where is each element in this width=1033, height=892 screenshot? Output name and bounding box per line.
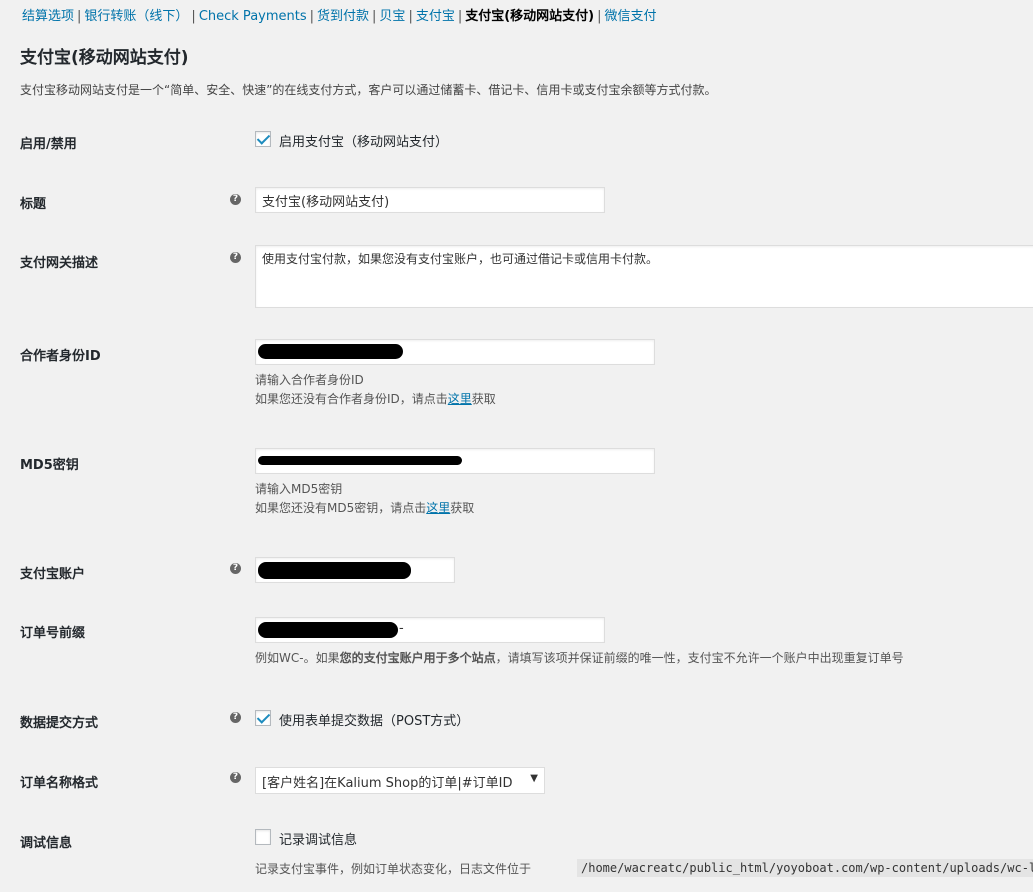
order-prefix-label: 订单号前缀 — [20, 626, 86, 641]
md5-key-hint-link-line: 如果您还没有MD5密钥，请点击这里获取 — [255, 499, 474, 518]
dropdown-arrow-icon: ▼ — [530, 773, 538, 784]
debug-label: 调试信息 — [20, 836, 73, 851]
order-name-format-select[interactable]: [客户姓名]在Kalium Shop的订单|#订单ID ▼ — [255, 767, 545, 794]
log-file-path: /home/wacreatc/public_html/yoyoboat.com/… — [577, 859, 1033, 877]
post-submit-checkbox[interactable] — [255, 710, 271, 726]
checkmark-icon — [256, 710, 271, 724]
partner-id-here-link[interactable]: 这里 — [448, 392, 472, 406]
redacted-value — [258, 344, 403, 359]
redacted-value — [258, 456, 462, 465]
subnav-separator: | — [77, 9, 82, 24]
partner-id-hint-link-line: 如果您还没有合作者身份ID，请点击这里获取 — [255, 390, 496, 409]
subnav-cod[interactable]: 货到付款 — [317, 9, 369, 24]
page-title: 支付宝(移动网站支付) — [20, 48, 189, 68]
md5-key-label: MD5密钥 — [20, 458, 79, 473]
partner-id-hint-suffix: 获取 — [471, 392, 496, 406]
partner-id-hint: 请输入合作者身份ID — [255, 373, 364, 387]
subnav-alipay-mobile-current: 支付宝(移动网站支付) — [465, 9, 595, 24]
subnav-separator: | — [457, 9, 463, 24]
order-prefix-hint-bold: 您的支付宝账户用于多个站点 — [339, 651, 496, 665]
debug-hint: 记录支付宝事件，例如订单状态变化，日志文件位于 — [255, 862, 532, 876]
enable-checkbox[interactable] — [255, 131, 271, 147]
subnav-separator: | — [597, 9, 602, 24]
title-label: 标题 — [20, 197, 47, 212]
submit-method-label: 数据提交方式 — [20, 716, 99, 731]
help-icon[interactable]: ? — [230, 252, 241, 263]
help-icon[interactable]: ? — [230, 712, 241, 723]
order-prefix-suffix: - — [399, 621, 404, 636]
help-icon[interactable]: ? — [230, 772, 241, 783]
subnav-separator: | — [372, 9, 377, 24]
enable-label: 启用/禁用 — [20, 137, 77, 152]
md5-key-here-link[interactable]: 这里 — [426, 501, 450, 515]
partner-id-label: 合作者身份ID — [20, 349, 101, 364]
gateway-intro-text: 支付宝移动网站支付是一个“简单、安全、快速”的在线支付方式，客户可以通过储蓄卡、… — [20, 83, 717, 97]
help-icon[interactable]: ? — [230, 563, 241, 574]
order-prefix-hint-suffix: ，请填写该项并保证前缀的唯一性，支付宝不允许一个账户中出现重复订单号 — [495, 651, 904, 665]
subnav-checkout-options[interactable]: 结算选项 — [22, 9, 74, 24]
alipay-account-label: 支付宝账户 — [20, 567, 86, 582]
redacted-value — [258, 622, 398, 638]
order-prefix-hint-text: 例如WC-。如果 — [255, 651, 340, 665]
subnav-separator: | — [309, 9, 315, 24]
subnav-separator: | — [408, 9, 413, 24]
subnav-separator: | — [191, 9, 196, 24]
debug-log-checkbox[interactable] — [255, 829, 271, 845]
md5-key-hint-text: 如果您还没有MD5密钥，请点击 — [255, 501, 427, 515]
gateway-description-textarea[interactable]: 使用支付宝付款，如果您没有支付宝账户，也可通过借记卡或信用卡付款。 — [255, 245, 1033, 308]
help-icon[interactable]: ? — [230, 194, 241, 205]
debug-log-checkbox-label[interactable]: 记录调试信息 — [279, 829, 357, 848]
enable-checkbox-label[interactable]: 启用支付宝（移动网站支付） — [279, 131, 448, 150]
subnav-alipay[interactable]: 支付宝 — [416, 9, 455, 24]
order-name-format-label: 订单名称格式 — [20, 776, 99, 791]
partner-id-hint-text: 如果您还没有合作者身份ID，请点击 — [255, 392, 448, 406]
md5-key-hint: 请输入MD5密钥 — [255, 482, 343, 496]
order-prefix-hint: 例如WC-。如果您的支付宝账户用于多个站点，请填写该项并保证前缀的唯一性，支付宝… — [255, 649, 904, 668]
post-submit-checkbox-label[interactable]: 使用表单提交数据（POST方式） — [279, 710, 469, 729]
subnav-wechat-pay[interactable]: 微信支付 — [605, 9, 657, 24]
payment-subnav: 结算选项 | 银行转账（线下） | Check Payments | 货到付款 | 贝宝 | 支付宝… — [22, 5, 657, 24]
gateway-description-label: 支付网关描述 — [20, 256, 99, 271]
redacted-value — [258, 562, 411, 579]
checkmark-icon — [256, 131, 271, 145]
subnav-check-payments[interactable]: Check Payments — [199, 9, 307, 24]
md5-key-hint-suffix: 获取 — [450, 501, 475, 515]
subnav-bank-transfer[interactable]: 银行转账（线下） — [84, 9, 188, 24]
subnav-paypal[interactable]: 贝宝 — [379, 9, 405, 24]
order-name-format-selected: [客户姓名]在Kalium Shop的订单|#订单ID — [262, 776, 513, 791]
title-input[interactable]: 支付宝(移动网站支付) — [255, 187, 605, 213]
